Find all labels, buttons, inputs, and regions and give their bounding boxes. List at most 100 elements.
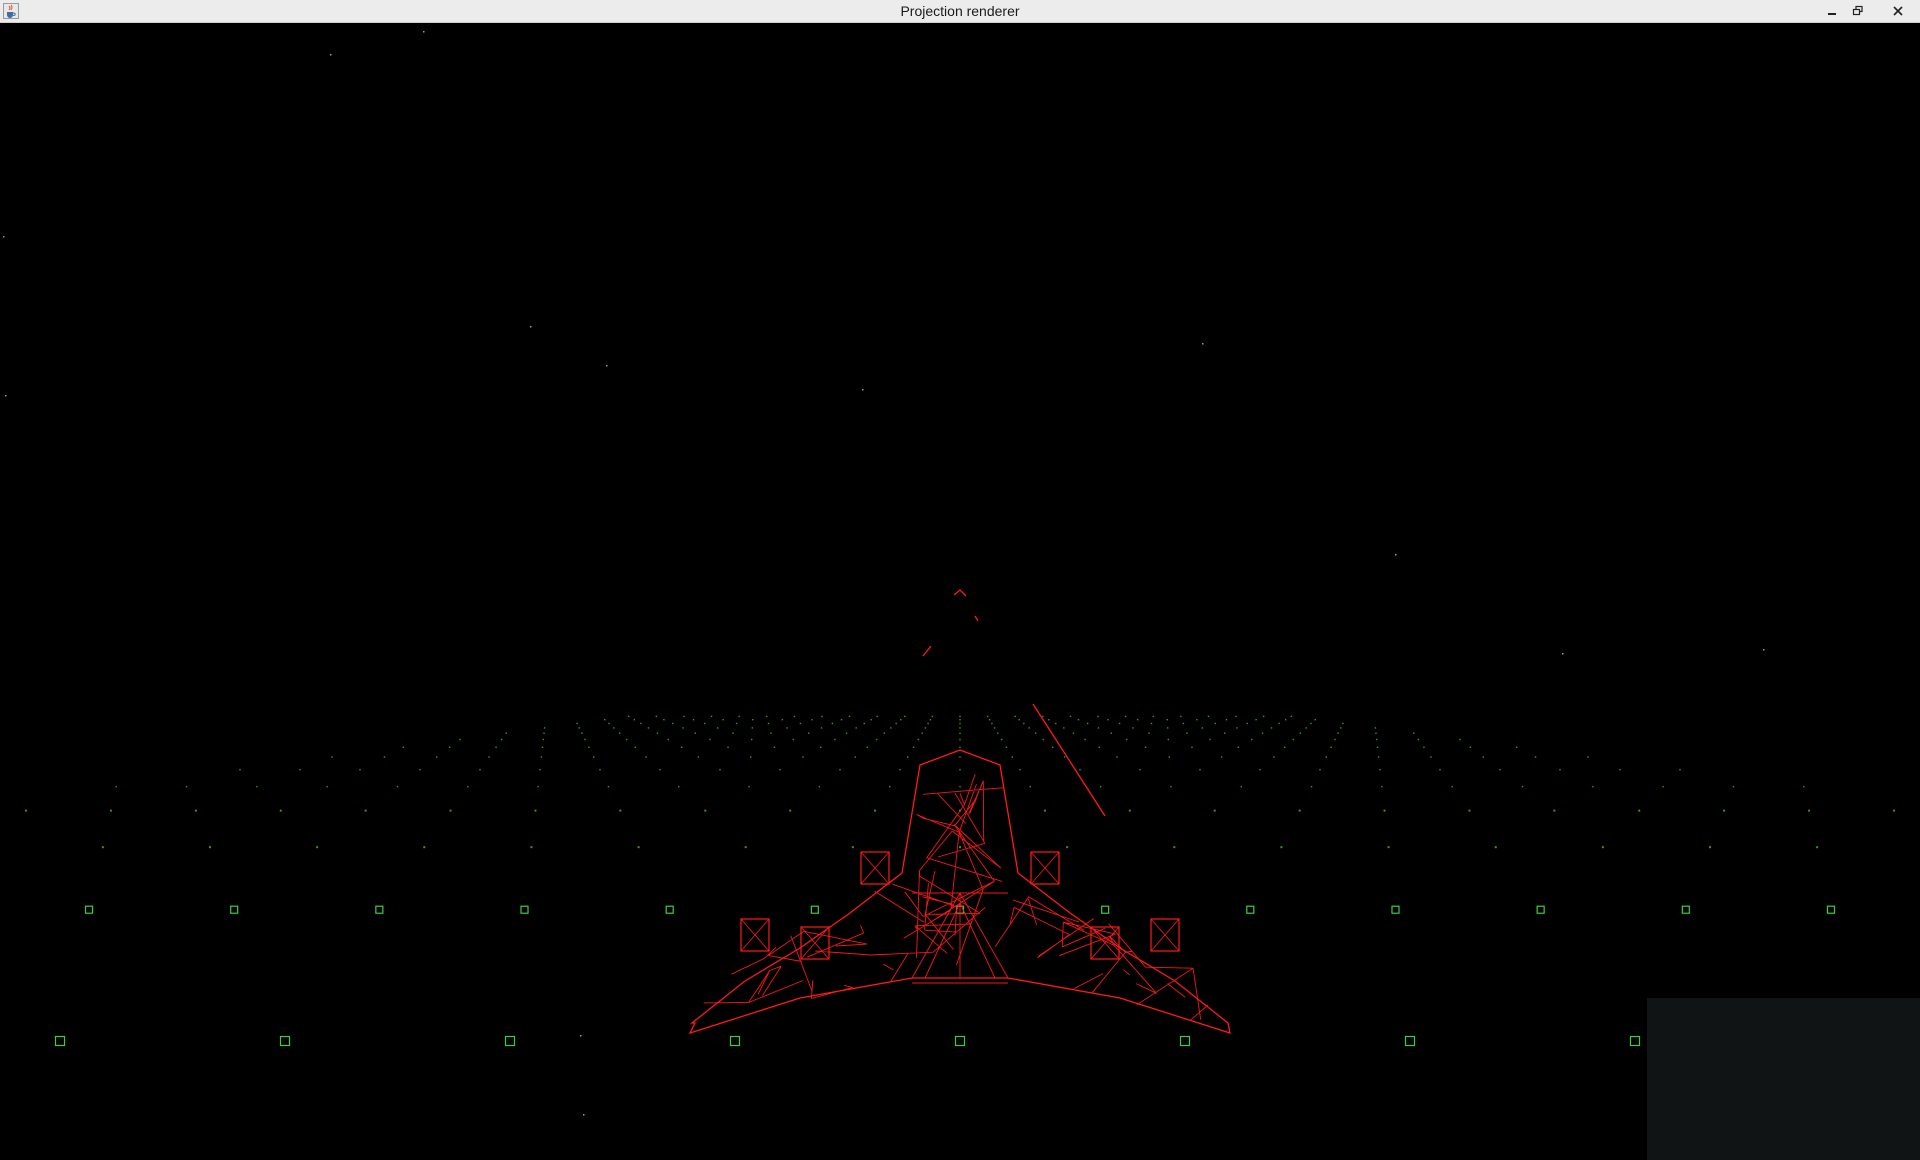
grid-dot <box>959 718 961 721</box>
grid-dot <box>1042 738 1045 741</box>
grid-dot <box>678 785 680 788</box>
grid-dot <box>1261 732 1264 734</box>
grid-dot <box>888 785 891 788</box>
star <box>1202 343 1204 345</box>
grid-dot <box>1023 722 1025 725</box>
grid-marker <box>504 1035 516 1047</box>
close-icon <box>1893 6 1903 16</box>
grid-marker <box>279 1035 291 1047</box>
grid-dot <box>748 785 750 788</box>
star <box>1395 554 1397 556</box>
java-cup-icon[interactable] <box>3 3 19 19</box>
star-field <box>3 31 1765 1116</box>
grid-dot <box>1310 722 1312 725</box>
grid-dot <box>773 746 776 748</box>
grid-dot <box>1086 722 1089 725</box>
minimize-button[interactable] <box>1819 0 1845 22</box>
grid-dot <box>1097 727 1100 729</box>
grid-dot <box>1273 756 1275 758</box>
grid-dot <box>959 768 961 771</box>
grid-dot <box>655 715 658 718</box>
render-viewport[interactable] <box>0 23 1920 1160</box>
close-button[interactable] <box>1880 0 1916 22</box>
grid-dot <box>256 785 258 788</box>
grid-dot <box>1280 846 1283 849</box>
engine-pod-mesh <box>1150 918 1180 952</box>
grid-dot <box>25 809 28 812</box>
engine-pod-mesh <box>740 918 770 952</box>
grid-dot <box>656 732 659 734</box>
grid-dot <box>1250 738 1253 741</box>
grid-dot <box>959 756 961 758</box>
grid-dot <box>1225 718 1228 721</box>
grid-marker <box>1629 1035 1641 1047</box>
grid-dot <box>576 722 578 725</box>
grid-dot <box>1619 768 1621 771</box>
grid-dot <box>959 727 961 729</box>
grid-dot <box>1209 738 1211 741</box>
grid-marker <box>954 1035 966 1047</box>
grid-dot <box>423 846 426 849</box>
grid-dot <box>1055 722 1057 725</box>
grid-dot <box>1516 746 1518 748</box>
grid-dot <box>1553 809 1556 812</box>
grid-dot <box>1240 785 1242 788</box>
grid-dot <box>1732 785 1735 788</box>
grid-dot <box>500 738 503 741</box>
grid-dot <box>839 768 841 771</box>
grid-dot <box>1166 727 1169 729</box>
grid-dot <box>467 785 469 788</box>
grid-dot <box>1310 785 1313 788</box>
debris-streak <box>1032 703 1106 817</box>
grid-dot <box>396 785 399 788</box>
restore-button[interactable] <box>1845 0 1871 22</box>
grid-dot <box>854 756 857 758</box>
grid-dot <box>1235 715 1237 718</box>
grid-dot <box>750 738 753 741</box>
grid-dot <box>578 727 580 729</box>
grid-dot <box>1018 718 1020 721</box>
grid-dot <box>991 722 993 725</box>
grid-dot <box>890 727 892 729</box>
grid-dot <box>906 756 909 758</box>
grid-dot <box>194 809 197 812</box>
corner-panel <box>1647 998 1920 1160</box>
grid-dot <box>542 738 545 741</box>
grid-dot <box>682 727 684 729</box>
scene-canvas[interactable] <box>0 23 1920 1160</box>
grid-dot <box>1587 756 1589 758</box>
star <box>580 1035 582 1037</box>
grid-dot <box>584 738 586 741</box>
grid-dot <box>1521 785 1524 788</box>
grid-dot <box>607 785 610 788</box>
grid-dot <box>479 768 481 771</box>
grid-dot <box>537 785 539 788</box>
grid-dot <box>359 768 361 771</box>
grid-dot <box>997 732 999 734</box>
grid-dot <box>1097 715 1099 718</box>
grid-dot <box>811 718 813 721</box>
title-bar[interactable]: Projection renderer <box>0 0 1920 23</box>
grid-dot <box>541 746 544 748</box>
grid-dot <box>735 722 738 725</box>
grid-dot <box>1298 809 1301 812</box>
star <box>1763 649 1765 651</box>
grid-marker <box>54 1035 66 1047</box>
grid-dot <box>1534 756 1537 758</box>
grid-marker <box>1404 1035 1416 1047</box>
grid-dot <box>683 715 685 718</box>
grid-dot <box>619 809 622 812</box>
grid-dot <box>821 715 823 718</box>
grid-marker <box>1536 905 1545 914</box>
grid-dot <box>299 768 301 771</box>
grid-dot <box>1213 809 1216 812</box>
grid-dot <box>1379 768 1381 771</box>
grid-dot <box>716 727 719 729</box>
grid-dot <box>1330 746 1332 748</box>
grid-dot <box>845 732 848 734</box>
grid-dot <box>1417 738 1420 741</box>
grid-dot <box>1246 722 1248 725</box>
grid-dot <box>419 768 421 771</box>
grid-dot <box>855 727 857 729</box>
grid-marker <box>230 905 239 914</box>
